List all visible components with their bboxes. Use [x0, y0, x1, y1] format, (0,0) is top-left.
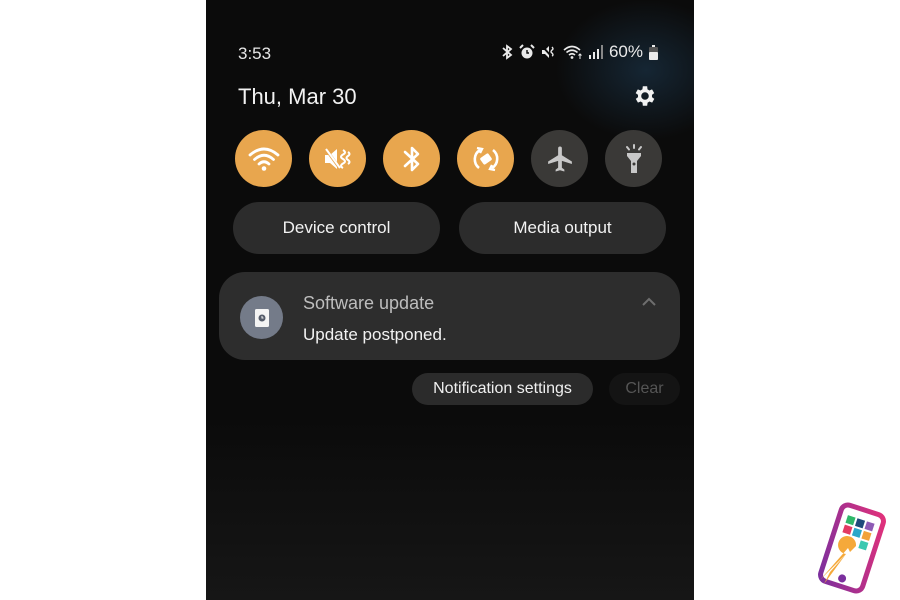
wifi-icon	[248, 147, 279, 171]
signal-icon	[588, 45, 603, 59]
status-time: 3:53	[238, 44, 272, 63]
flashlight-icon	[625, 143, 642, 173]
bluetooth-icon	[502, 44, 513, 60]
airplane-icon	[547, 146, 572, 171]
wifi-icon	[563, 45, 582, 59]
notification-message: Update postponed.	[303, 325, 447, 344]
mute-icon	[541, 45, 554, 59]
quick-settings-tiles	[235, 130, 662, 187]
mute-vibrate-icon	[323, 146, 350, 171]
notification-app-name: Software update	[303, 293, 435, 313]
gear-icon[interactable]	[632, 83, 658, 109]
status-icons: 60%	[501, 42, 658, 62]
bluetooth-icon	[403, 146, 419, 171]
phone-repair-logo-icon	[818, 502, 886, 594]
tile-mute[interactable]	[309, 130, 366, 187]
tile-wifi[interactable]	[235, 130, 292, 187]
notification-card[interactable]: Software update Update postponed.	[219, 272, 680, 360]
tile-airplane-mode[interactable]	[531, 130, 588, 187]
tile-auto-rotate[interactable]	[457, 130, 514, 187]
tile-bluetooth[interactable]	[383, 130, 440, 187]
alarm-icon	[519, 44, 535, 59]
software-update-icon	[240, 296, 283, 339]
chevron-up-icon[interactable]	[640, 296, 658, 308]
device-control-button[interactable]: Device control	[233, 202, 440, 254]
battery-icon	[649, 44, 658, 60]
tile-flashlight[interactable]	[605, 130, 662, 187]
date-label: Thu, Mar 30	[238, 84, 357, 109]
notification-settings-button[interactable]: Notification settings	[412, 373, 593, 405]
notification-shade: 3:53 60% Thu, Mar 30 Device control Medi	[206, 0, 694, 600]
media-output-button[interactable]: Media output	[459, 202, 666, 254]
clear-button[interactable]: Clear	[609, 373, 680, 405]
battery-percent: 60%	[608, 42, 643, 61]
rotate-icon	[473, 146, 498, 171]
